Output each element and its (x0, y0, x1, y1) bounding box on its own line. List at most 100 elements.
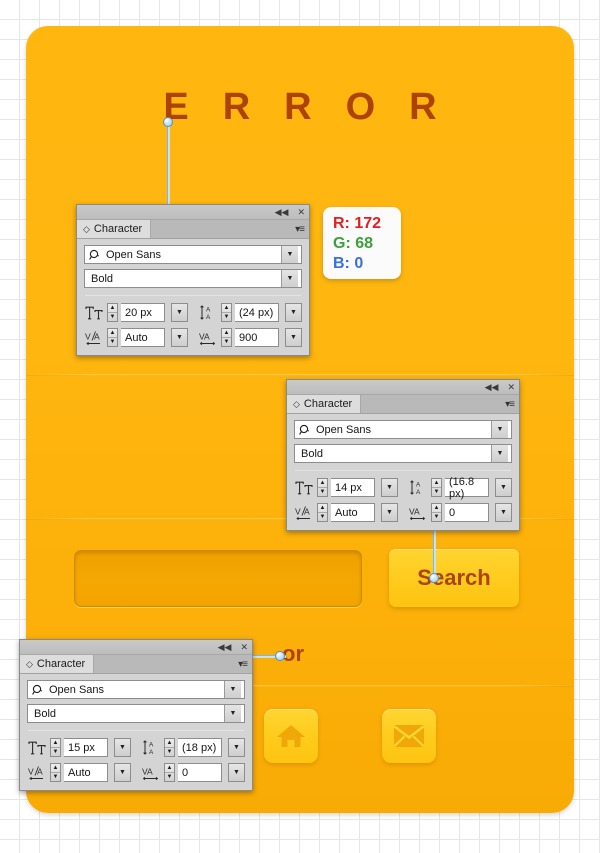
kerning-spin-up[interactable]: ▲ (318, 504, 327, 513)
font-style-dropdown-arrow[interactable]: ▼ (224, 705, 241, 722)
tracking-spinner[interactable]: ▲ ▼ (431, 503, 442, 522)
font-size-field[interactable]: ▲ ▼ 20 px ▼ (84, 303, 188, 322)
tracking-spin-up[interactable]: ▲ (432, 504, 441, 513)
kerning-spinner[interactable]: ▲ ▼ (317, 503, 328, 522)
font-size-field[interactable]: ▲ ▼ 15 px ▼ (27, 738, 131, 757)
font-size-spinner[interactable]: ▲ ▼ (50, 738, 61, 757)
email-button[interactable] (382, 709, 436, 763)
tracking-field[interactable]: VA ▲ ▼ 900 ▼ (198, 328, 302, 347)
leading-value[interactable]: (18 px) (178, 738, 222, 757)
font-family-combo[interactable]: Open Sans ▼ (84, 245, 302, 264)
leading-field[interactable]: A A ▲ ▼ (18 px) ▼ (141, 738, 245, 757)
leading-spinner[interactable]: ▲ ▼ (164, 738, 175, 757)
kerning-field[interactable]: V A ▲ ▼ Auto ▼ (294, 503, 398, 522)
kerning-dropdown-arrow[interactable]: ▼ (381, 503, 398, 522)
tracking-spin-down[interactable]: ▼ (432, 513, 441, 521)
collapse-icon[interactable]: ◀◀ (485, 382, 499, 392)
leading-dropdown-arrow[interactable]: ▼ (495, 478, 512, 497)
home-button[interactable] (264, 709, 318, 763)
font-style-dropdown-arrow[interactable]: ▼ (281, 270, 298, 287)
tracking-spinner[interactable]: ▲ ▼ (221, 328, 232, 347)
font-style-combo[interactable]: Bold ▼ (84, 269, 302, 288)
tracking-spin-up[interactable]: ▲ (222, 329, 231, 338)
leading-field[interactable]: A A ▲ ▼ (24 px) ▼ (198, 303, 302, 322)
leading-spin-up[interactable]: ▲ (432, 479, 441, 488)
tab-character[interactable]: ◇ Character (287, 395, 362, 413)
font-family-dropdown-arrow[interactable]: ▼ (281, 246, 298, 263)
kerning-spin-down[interactable]: ▼ (51, 773, 60, 781)
font-size-dropdown-arrow[interactable]: ▼ (381, 478, 398, 497)
character-panel-2[interactable]: ◀◀ ✕ ◇ Character ▾≡ Open Sans ▼ Bold ▼ ▲… (286, 379, 520, 531)
kerning-value[interactable]: Auto (64, 763, 108, 782)
leading-value[interactable]: (24 px) (235, 303, 279, 322)
panel-titlebar[interactable]: ◀◀ ✕ (287, 380, 519, 395)
kerning-field[interactable]: V A ▲ ▼ Auto ▼ (84, 328, 188, 347)
font-size-spin-up[interactable]: ▲ (51, 739, 60, 748)
font-family-combo[interactable]: Open Sans ▼ (27, 680, 245, 699)
panel-menu-icon[interactable]: ▾≡ (238, 659, 248, 670)
tracking-value[interactable]: 0 (445, 503, 489, 522)
font-size-spin-down[interactable]: ▼ (318, 488, 327, 496)
character-panel-3[interactable]: ◀◀ ✕ ◇ Character ▾≡ Open Sans ▼ Bold ▼ ▲… (19, 639, 253, 791)
font-family-dropdown-arrow[interactable]: ▼ (491, 421, 508, 438)
tracking-dropdown-arrow[interactable]: ▼ (228, 763, 245, 782)
close-icon[interactable]: ✕ (297, 207, 305, 217)
leading-spin-down[interactable]: ▼ (222, 313, 231, 321)
panel-titlebar[interactable]: ◀◀ ✕ (20, 640, 252, 655)
font-size-value[interactable]: 15 px (64, 738, 108, 757)
character-panel-1[interactable]: ◀◀ ✕ ◇ Character ▾≡ Open Sans ▼ Bold ▼ ▲… (76, 204, 310, 356)
kerning-value[interactable]: Auto (331, 503, 375, 522)
leading-field[interactable]: A A ▲ ▼ (16.8 px) ▼ (408, 476, 512, 500)
font-style-dropdown-arrow[interactable]: ▼ (491, 445, 508, 462)
font-size-spinner[interactable]: ▲ ▼ (317, 478, 328, 497)
font-size-spin-up[interactable]: ▲ (318, 479, 327, 488)
font-style-combo[interactable]: Bold ▼ (27, 704, 245, 723)
leading-spinner[interactable]: ▲ ▼ (431, 478, 442, 497)
tracking-value[interactable]: 0 (178, 763, 222, 782)
kerning-dropdown-arrow[interactable]: ▼ (171, 328, 188, 347)
font-size-spin-up[interactable]: ▲ (108, 304, 117, 313)
leading-spin-up[interactable]: ▲ (222, 304, 231, 313)
panel-titlebar[interactable]: ◀◀ ✕ (77, 205, 309, 220)
leading-spinner[interactable]: ▲ ▼ (221, 303, 232, 322)
tab-character[interactable]: ◇ Character (77, 220, 152, 238)
font-size-spinner[interactable]: ▲ ▼ (107, 303, 118, 322)
tracking-spin-up[interactable]: ▲ (165, 764, 174, 773)
tracking-spin-down[interactable]: ▼ (222, 338, 231, 346)
kerning-spin-down[interactable]: ▼ (108, 338, 117, 346)
kerning-spinner[interactable]: ▲ ▼ (50, 763, 61, 782)
font-size-field[interactable]: ▲ ▼ 14 px ▼ (294, 478, 398, 497)
kerning-spin-up[interactable]: ▲ (108, 329, 117, 338)
font-size-value[interactable]: 14 px (331, 478, 375, 497)
leading-spin-down[interactable]: ▼ (165, 748, 174, 756)
close-icon[interactable]: ✕ (507, 382, 515, 392)
font-size-spin-down[interactable]: ▼ (108, 313, 117, 321)
font-style-combo[interactable]: Bold ▼ (294, 444, 512, 463)
font-size-spin-down[interactable]: ▼ (51, 748, 60, 756)
kerning-spin-up[interactable]: ▲ (51, 764, 60, 773)
kerning-value[interactable]: Auto (121, 328, 165, 347)
search-button[interactable]: Search (389, 549, 519, 607)
font-family-dropdown-arrow[interactable]: ▼ (224, 681, 241, 698)
collapse-icon[interactable]: ◀◀ (275, 207, 289, 217)
tab-character[interactable]: ◇ Character (20, 655, 95, 673)
font-family-combo[interactable]: Open Sans ▼ (294, 420, 512, 439)
tracking-field[interactable]: VA ▲ ▼ 0 ▼ (408, 503, 512, 522)
font-size-dropdown-arrow[interactable]: ▼ (171, 303, 188, 322)
tracking-spinner[interactable]: ▲ ▼ (164, 763, 175, 782)
panel-menu-icon[interactable]: ▾≡ (505, 399, 515, 410)
tracking-dropdown-arrow[interactable]: ▼ (285, 328, 302, 347)
kerning-dropdown-arrow[interactable]: ▼ (114, 763, 131, 782)
tracking-dropdown-arrow[interactable]: ▼ (495, 503, 512, 522)
leading-value[interactable]: (16.8 px) (445, 476, 489, 500)
tracking-field[interactable]: VA ▲ ▼ 0 ▼ (141, 763, 245, 782)
leading-dropdown-arrow[interactable]: ▼ (228, 738, 245, 757)
close-icon[interactable]: ✕ (240, 642, 248, 652)
leading-spin-up[interactable]: ▲ (165, 739, 174, 748)
tracking-spin-down[interactable]: ▼ (165, 773, 174, 781)
leading-dropdown-arrow[interactable]: ▼ (285, 303, 302, 322)
kerning-field[interactable]: V A ▲ ▼ Auto ▼ (27, 763, 131, 782)
search-input[interactable] (74, 550, 362, 607)
collapse-icon[interactable]: ◀◀ (218, 642, 232, 652)
kerning-spin-down[interactable]: ▼ (318, 513, 327, 521)
